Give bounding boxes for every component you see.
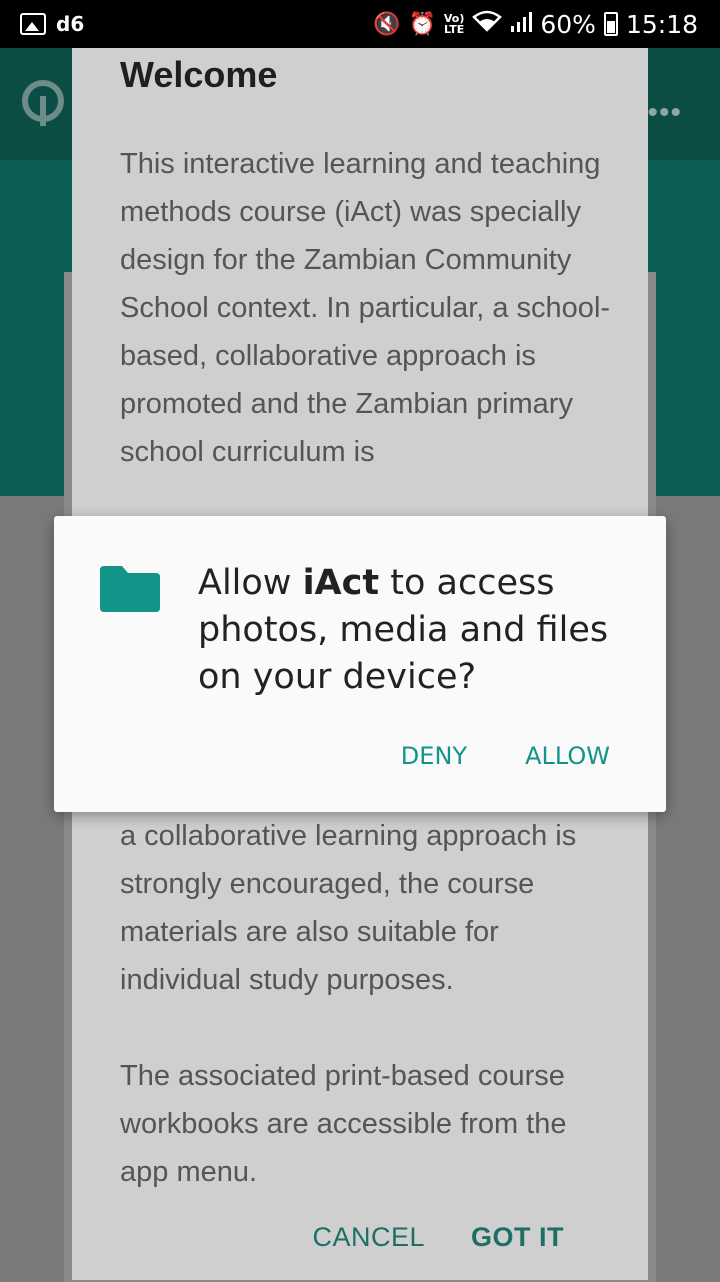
more-options-icon[interactable]: ••• [647, 96, 682, 130]
permission-actions: DENY ALLOW [401, 742, 610, 770]
deny-button[interactable]: DENY [401, 742, 467, 770]
app-logo-icon [22, 80, 64, 126]
folder-icon [100, 566, 160, 612]
dialog-actions: CANCEL GOT IT [312, 1222, 564, 1253]
wifi-icon [472, 10, 503, 38]
got-it-button[interactable]: GOT IT [471, 1222, 564, 1253]
battery-percent: 60% [540, 9, 596, 39]
clock: 15:18 [625, 9, 698, 39]
volte-icon: Vo) LTE [443, 12, 465, 36]
permission-app-name: iAct [302, 563, 380, 603]
permission-prefix: Allow [198, 563, 303, 603]
battery-icon [603, 12, 618, 36]
permission-message: Allow iAct to access photos, media and f… [198, 560, 628, 701]
cancel-button[interactable]: CANCEL [312, 1222, 425, 1253]
gallery-notification-icon [20, 13, 46, 35]
alarm-icon: ⏰ [408, 11, 436, 37]
mute-vibrate-icon: 🔇 [373, 11, 401, 37]
dialog-title: Welcome [120, 54, 278, 95]
body-paragraph-bottom: a collaborative learning approach is str… [120, 820, 577, 996]
dialog-body-lower: a collaborative learning approach is str… [120, 812, 620, 1244]
permission-dialog: Allow iAct to access photos, media and f… [54, 516, 666, 812]
body-paragraph-2: The associated print-based course workbo… [120, 1060, 567, 1188]
allow-button[interactable]: ALLOW [525, 742, 610, 770]
carrier-label: d6 [56, 12, 85, 36]
body-paragraph-top: This interactive learning and teaching m… [120, 148, 611, 468]
status-bar: d6 🔇 ⏰ Vo) LTE 60% 15:18 [0, 0, 720, 48]
signal-icon [510, 10, 533, 39]
dialog-body: This interactive learning and teaching m… [120, 140, 620, 524]
